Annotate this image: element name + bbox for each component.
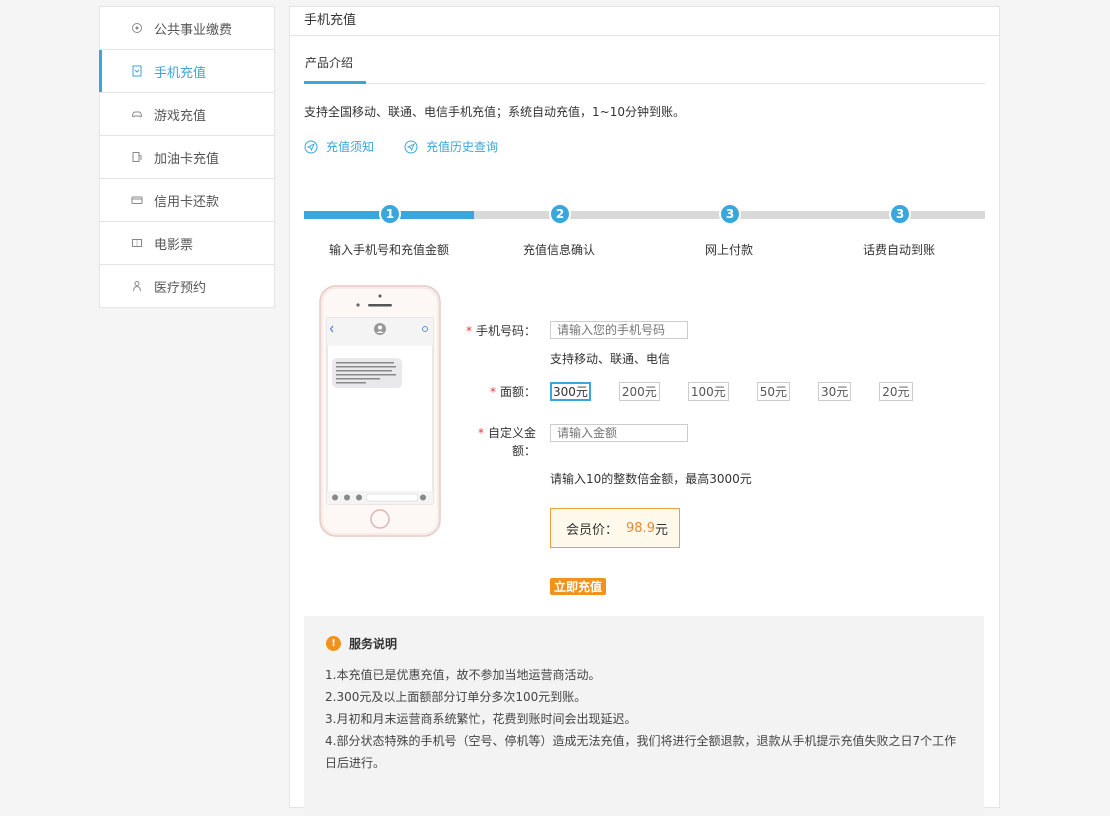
step-label: 充值信息确认: [522, 243, 595, 257]
phone-recharge-icon: [130, 64, 144, 78]
notice-lines: 1.本充值已是优惠充值，故不参加当地运营商活动。 2.300元及以上面额部分订单…: [325, 664, 965, 774]
paper-plane-icon: [404, 140, 418, 153]
intro-text: 支持全国移动、联通、电信手机充值；系统自动充值，1~10分钟到账。: [304, 105, 685, 119]
sidebar-item-game[interactable]: 游戏充值: [100, 93, 274, 136]
phone-illustration: [319, 285, 441, 537]
credit-card-icon: [130, 193, 144, 207]
notice-line: 4.部分状态特殊的手机号（空号、停机等）造成无法充值，我们将进行全额退款，退款从…: [325, 734, 957, 748]
sidebar-item-movie[interactable]: 电影票: [100, 222, 274, 265]
notice-line: 日后进行。: [325, 756, 386, 770]
member-price-box: 会员价： 98.9 元: [550, 508, 680, 548]
denomination-20[interactable]: 20元: [879, 382, 913, 401]
service-notice: ! 服务说明 1.本充值已是优惠充值，故不参加当地运营商活动。 2.300元及以…: [304, 616, 984, 816]
denomination-options: 300元 200元 100元 50元 30元 20元: [550, 382, 941, 401]
link-label: 充值历史查询: [426, 140, 499, 154]
phone-hint: 支持移动、联通、电信: [550, 352, 671, 366]
sidebar-item-label: 加油卡充值: [154, 151, 220, 167]
step-label: 输入手机号和充值金额: [328, 243, 449, 257]
notice-line: 3.月初和月末运营商系统繁忙，花费到账时间会出现延迟。: [325, 712, 637, 726]
sidebar-item-label: 信用卡还款: [154, 194, 220, 210]
step-label: 网上付款: [704, 243, 753, 257]
denomination-row: * 面额： 300元 200元 100元 50元 30元 20元: [440, 382, 941, 401]
recharge-history-link[interactable]: 充值历史查询: [404, 138, 498, 155]
denomination-100[interactable]: 100元: [687, 382, 729, 401]
sidebar-item-label: 游戏充值: [154, 108, 207, 124]
sidebar-item-fuel-card[interactable]: 加油卡充值: [100, 136, 274, 179]
step-number: 1: [379, 203, 401, 225]
paper-plane-icon: [304, 140, 318, 153]
sidebar-item-label: 公共事业缴费: [154, 22, 233, 38]
recharge-notice-link[interactable]: 充值须知: [304, 138, 374, 155]
denomination-label: * 面额：: [489, 385, 536, 399]
member-price-label: 会员价：: [566, 522, 619, 538]
exclamation-icon: !: [326, 636, 341, 651]
sidebar-item-medical[interactable]: 医疗预约: [100, 265, 274, 308]
sidebar-item-label: 电影票: [154, 237, 194, 253]
ticket-icon: [130, 236, 144, 250]
notice-line: 1.本充值已是优惠充值，故不参加当地运营商活动。: [325, 668, 601, 682]
phone-row: * 手机号码：: [440, 321, 688, 339]
sidebar-item-label: 医疗预约: [154, 280, 207, 296]
custom-amount-hint: 请输入10的整数倍金额，最高3000元: [550, 472, 752, 486]
denomination-30[interactable]: 30元: [818, 382, 852, 401]
medical-icon: [130, 279, 144, 293]
sidebar-item-credit-card[interactable]: 信用卡还款: [100, 179, 274, 222]
tab-product-intro[interactable]: 产品介绍: [304, 51, 366, 84]
main-panel: 手机充值 产品介绍 支持全国移动、联通、电信手机充值；系统自动充值，1~10分钟…: [289, 6, 1000, 816]
fuel-card-icon: [130, 150, 144, 164]
sidebar-item-label: 手机充值: [154, 65, 207, 81]
link-label: 充值须知: [326, 140, 375, 154]
step-number: 3: [889, 203, 911, 225]
phone-label: * 手机号码：: [465, 323, 536, 338]
member-price-value: 98.9: [626, 520, 655, 536]
step-number: 2: [549, 203, 571, 225]
denomination-300[interactable]: 300元: [550, 382, 591, 401]
sidebar-item-utility[interactable]: 公共事业缴费: [100, 7, 274, 50]
denomination-50[interactable]: 50元: [756, 382, 790, 401]
sidebar: 公共事业缴费 手机充值 游戏充值 加油卡充值 信用卡还款 电影票 医疗预约: [99, 6, 275, 308]
notice-line: 2.300元及以上面额部分订单分多次100元到账。: [325, 690, 587, 704]
custom-amount-label: * 自定义金 额：: [477, 426, 536, 458]
recharge-now-button[interactable]: 立即充值: [550, 578, 606, 595]
step-progress: 1 2 3 3 输入手机号和充值金额 充值信息确认 网上付款 话费自动到账: [304, 203, 985, 263]
gamepad-icon: [130, 107, 144, 121]
step-number: 3: [719, 203, 741, 225]
sidebar-item-phone-recharge[interactable]: 手机充值: [99, 50, 274, 93]
tab-bar: 产品介绍: [304, 51, 985, 84]
member-price-unit: 元: [654, 522, 668, 538]
page-title: 手机充值: [290, 7, 999, 36]
phone-number-input[interactable]: [550, 321, 688, 339]
notice-title: ! 服务说明: [326, 635, 397, 652]
denomination-200[interactable]: 200元: [618, 382, 660, 401]
custom-amount-row: * 自定义金 额：: [440, 424, 688, 460]
custom-amount-input[interactable]: [550, 424, 688, 442]
help-links: 充值须知 充值历史查询: [304, 138, 498, 155]
utility-icon: [130, 21, 144, 35]
step-label: 话费自动到账: [862, 243, 935, 257]
